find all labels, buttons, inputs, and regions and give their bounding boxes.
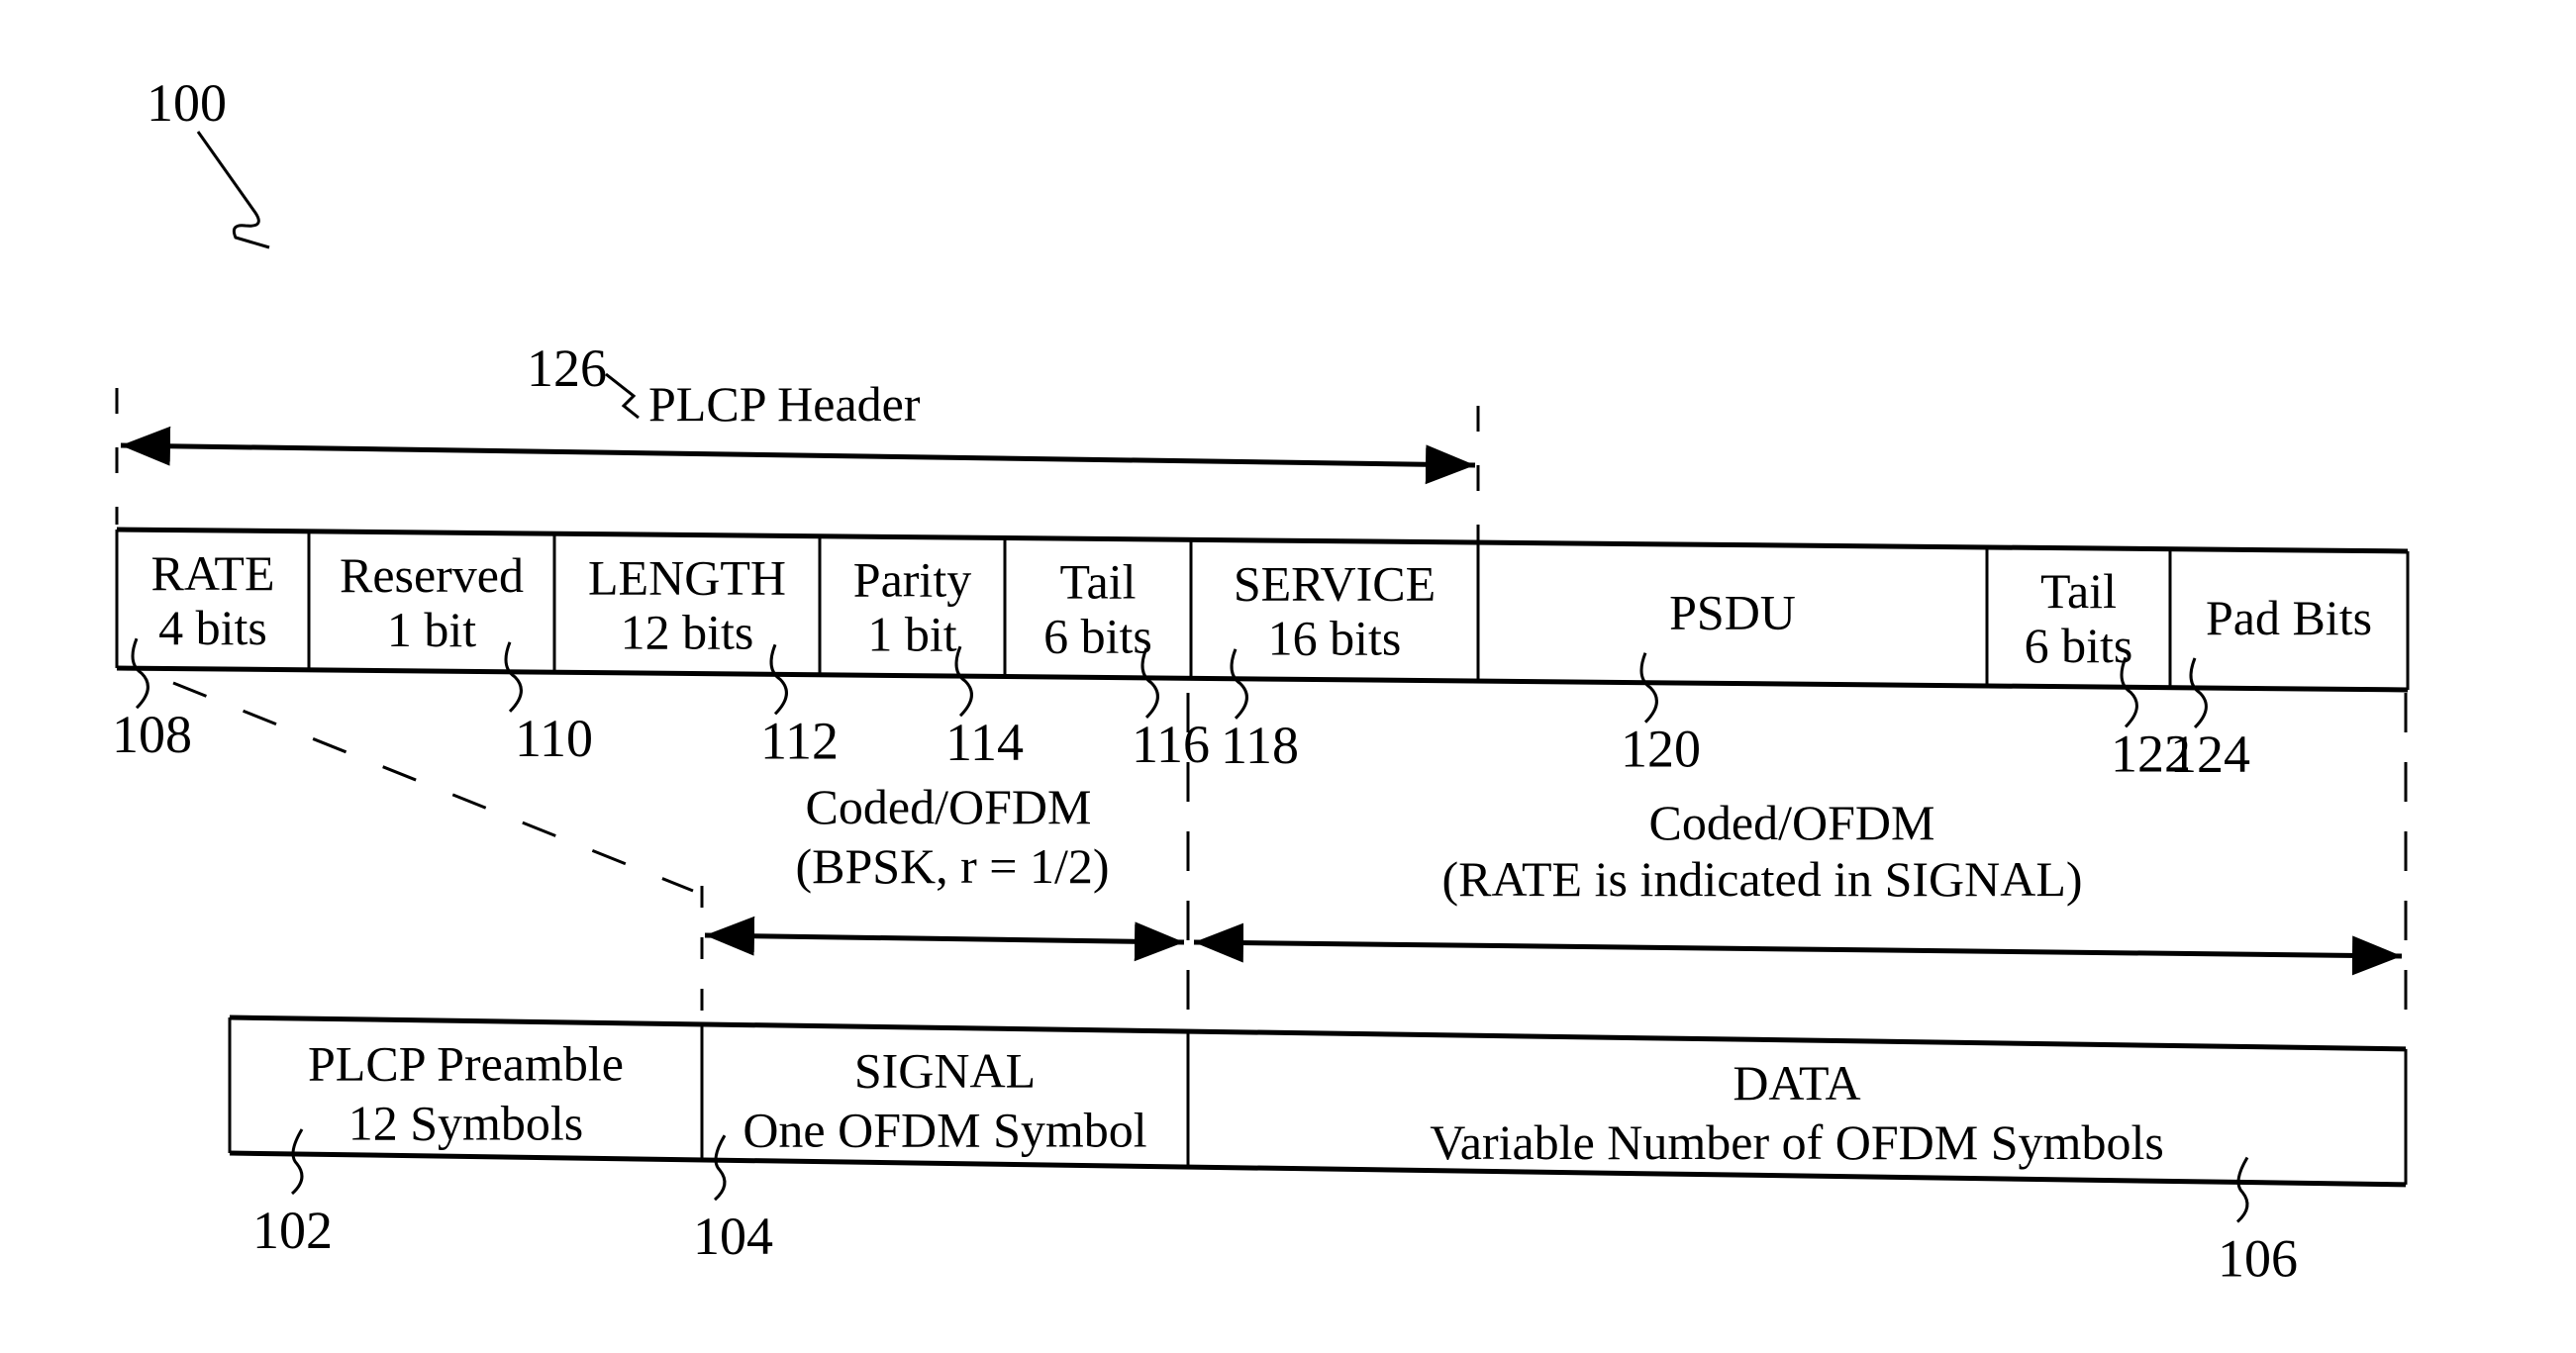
field-size: 16 bits [1268, 611, 1402, 666]
segment-description: 12 Symbols [348, 1095, 584, 1150]
ref-leader [504, 641, 523, 713]
ref-leader [1230, 648, 1248, 720]
segment-signal: SIGNALOne OFDM Symbol 104 [693, 1042, 1147, 1266]
ref-leader [713, 1134, 727, 1202]
data-coding-line2: (RATE is indicated in SIGNAL) [1441, 851, 2082, 907]
figure-ref-leader [196, 131, 270, 249]
ref-number: 120 [1621, 720, 1701, 779]
ref-leader [769, 643, 788, 716]
ref-number: 116 [1132, 715, 1210, 774]
field-size: 1 bit [867, 607, 956, 662]
data-coding-arrow [1193, 922, 2403, 976]
plcp-header-ref: 126 [527, 338, 607, 398]
plcp-header-label: PLCP Header [648, 376, 921, 432]
ref-leader [290, 1128, 304, 1196]
field-name: SERVICE [1234, 556, 1436, 612]
ref-leader [2235, 1156, 2249, 1223]
top-field-row: RATE4 bits108Reserved1 bit110LENGTH12 bi… [112, 527, 2410, 784]
field-tail-116: Tail6 bits 116 [1043, 553, 1210, 774]
data-coding-line1: Coded/OFDM [1649, 795, 1935, 850]
ref-number: 124 [2170, 725, 2250, 784]
ref-number: 110 [515, 709, 593, 768]
field-tail-122: Tail6 bits122 [2025, 563, 2191, 783]
field-name: Reserved [340, 547, 524, 603]
segment-name: DATA [1733, 1055, 1860, 1111]
segment-description: Variable Number of OFDM Symbols [1430, 1114, 2164, 1170]
ref-number: 104 [693, 1207, 773, 1266]
plcp-header-ref-leader [605, 372, 640, 420]
ref-number: 118 [1221, 716, 1299, 775]
segment-name: PLCP Preamble [308, 1035, 624, 1091]
bottom-field-row: PLCP Preamble12 Symbols 102 SIGNALOne OFDM… [228, 1015, 2408, 1288]
signal-coding-line2: (BPSK, r = 1/2) [795, 838, 1109, 894]
ref-number: 114 [945, 713, 1024, 772]
plcp-frame-diagram: 100 126 PLCP Header RATE4 bits 108 Reserve… [112, 73, 2410, 1288]
field-size: 1 bit [387, 602, 476, 657]
field-length-112: LENGTH12 bits112 [588, 549, 839, 770]
field-size: 4 bits [158, 600, 267, 655]
field-service-118: SERVICE16 bits 118 [1221, 556, 1436, 775]
ref-number: 112 [760, 711, 839, 770]
field-name: LENGTH [588, 549, 786, 605]
segment-description: One OFDM Symbol [743, 1102, 1146, 1157]
plcp-header-arrow [120, 426, 1476, 485]
figure-ref-number: 100 [147, 73, 227, 133]
field-name: PSDU [1669, 585, 1796, 640]
segment-name: SIGNAL [854, 1042, 1036, 1098]
signal-coding-arrow [704, 916, 1185, 962]
signal-coding-line1: Coded/OFDM [806, 779, 1092, 834]
field-name: Parity [853, 552, 971, 608]
segment-plcp-preamble: PLCP Preamble12 Symbols 102 [252, 1035, 624, 1260]
field-name: Pad Bits [2206, 590, 2372, 645]
field-name: Tail [2040, 563, 2117, 619]
field-size: 6 bits [1043, 608, 1152, 663]
ref-number: 108 [112, 705, 192, 764]
rate-to-signal-dashline [172, 681, 694, 893]
ref-leader [131, 637, 149, 710]
field-size: 12 bits [621, 604, 754, 659]
ref-number: 102 [252, 1201, 333, 1260]
ref-number: 106 [2218, 1228, 2298, 1288]
field-parity-114: Parity1 bit 114 [853, 552, 1024, 773]
ref-leader [2189, 657, 2208, 729]
field-size: 6 bits [2025, 618, 2133, 673]
field-rate-108: RATE4 bits 108 [112, 545, 275, 764]
field-name: RATE [151, 545, 275, 601]
ref-leader [954, 645, 973, 718]
ref-leader [1639, 652, 1658, 724]
field-name: Tail [1059, 553, 1136, 609]
